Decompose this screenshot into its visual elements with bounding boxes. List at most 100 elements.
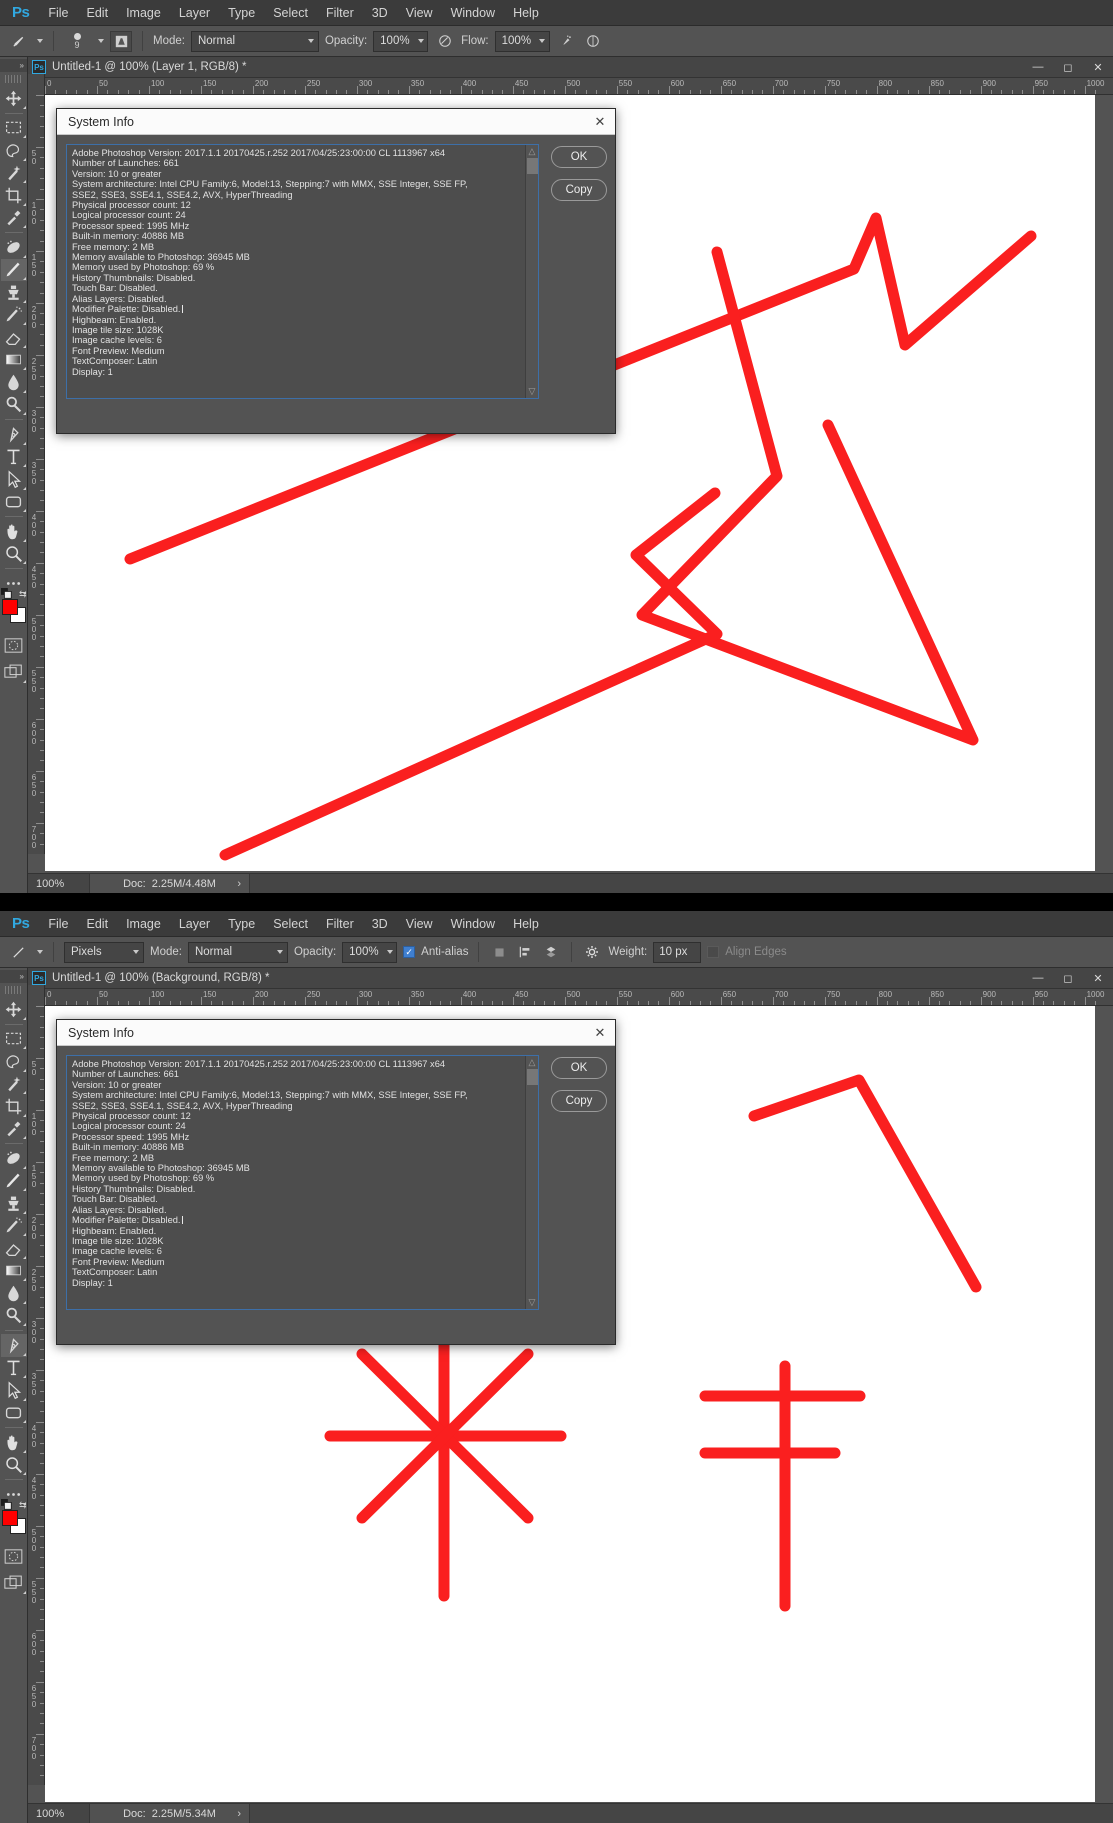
brush-tool-icon[interactable] — [8, 31, 29, 52]
menu-item-layer-bottom[interactable]: Layer — [170, 913, 219, 935]
line-tool-icon[interactable] — [8, 942, 29, 963]
path-arrange-icon[interactable] — [541, 942, 561, 962]
menu-item-edit-bottom[interactable]: Edit — [78, 913, 118, 935]
shape-kind-select[interactable]: Pixels — [64, 941, 144, 963]
anti-alias-checkbox[interactable]: ✓ — [403, 946, 416, 958]
close-icon-top[interactable]: ✕ — [1083, 57, 1113, 78]
tool-rectangular-marquee-tool-icon[interactable] — [1, 1028, 27, 1051]
menu-item-help[interactable]: Help — [504, 2, 548, 24]
system-info-scrollbar-bottom[interactable]: △ ▽ — [525, 1056, 538, 1309]
close-icon-system-info-bottom[interactable]: ✕ — [585, 1020, 615, 1046]
tool-gradient-tool-icon[interactable] — [1, 349, 27, 372]
toolbar-expand-icon[interactable]: » — [0, 970, 27, 983]
tool-pen-tool-icon[interactable] — [0, 1334, 27, 1357]
foreground-color-swatch[interactable] — [1, 1509, 18, 1526]
quick-mask-icon[interactable] — [1, 635, 27, 658]
menu-item-filter-bottom[interactable]: Filter — [317, 913, 363, 935]
swap-colors-icon[interactable]: ⇆ — [19, 1500, 27, 1511]
scroll-down-icon-bottom[interactable]: ▽ — [529, 1298, 536, 1307]
menu-item-help-bottom[interactable]: Help — [504, 913, 548, 935]
maximize-icon-bottom[interactable]: ◻ — [1053, 968, 1083, 989]
tool-crop-tool-icon[interactable] — [1, 1095, 27, 1118]
system-info-dialog-bottom[interactable]: System Info ✕ Adobe Photoshop Version: 2… — [56, 1019, 616, 1345]
zoom-level-top[interactable]: 100% — [28, 874, 90, 893]
tool-blur-tool-icon[interactable] — [1, 371, 27, 394]
zoom-level-bottom[interactable]: 100% — [28, 1804, 90, 1823]
document-titlebar-top[interactable]: Ps Untitled-1 @ 100% (Layer 1, RGB/8) * … — [28, 57, 1113, 78]
ok-button-bottom[interactable]: OK — [551, 1057, 607, 1079]
scrollbar-thumb-top[interactable] — [526, 158, 538, 174]
tool-crop-tool-icon[interactable] — [1, 184, 27, 207]
menu-item-window-bottom[interactable]: Window — [442, 913, 504, 935]
tool-type-tool-icon[interactable] — [1, 446, 27, 469]
menu-item-view-bottom[interactable]: View — [397, 913, 442, 935]
tool-zoom-tool-icon[interactable] — [1, 1454, 27, 1477]
line-tool-chevron-down-icon[interactable] — [37, 950, 43, 954]
tool-eraser-tool-icon[interactable] — [1, 1237, 27, 1260]
vertical-ruler-bottom[interactable]: 5 0 1 0 0 1 5 0 2 0 0 2 5 0 3 0 0 3 5 0 4 0 0 4 … — [28, 985, 45, 1785]
system-info-textarea-top[interactable]: Adobe Photoshop Version: 2017.1.1 201704… — [66, 144, 539, 399]
system-info-dialog-top[interactable]: System Info ✕ Adobe Photoshop Version: 2… — [56, 108, 616, 434]
brush-options-chevron-down-icon[interactable] — [98, 39, 104, 43]
tool-history-brush-tool-icon[interactable] — [1, 1215, 27, 1238]
screen-mode-icon[interactable] — [1, 661, 27, 684]
doc-size-bottom[interactable]: Doc: 2.25M/5.34M › — [90, 1804, 250, 1823]
horizontal-ruler-top[interactable]: 0 50 100 150 200 250 300 350 400 450 500 550 600 650 7… — [28, 78, 1113, 95]
maximize-icon-top[interactable]: ◻ — [1053, 57, 1083, 78]
doc-size-expand-arrow-icon-top[interactable]: › — [237, 878, 241, 890]
scroll-down-icon-top[interactable]: ▽ — [529, 387, 536, 396]
menu-item-file-bottom[interactable]: File — [39, 913, 77, 935]
tool-path-selection-tool-icon[interactable] — [1, 468, 27, 491]
screen-mode-icon[interactable] — [1, 1572, 27, 1595]
tool-move-tool-icon[interactable] — [1, 998, 27, 1021]
vertical-ruler-top[interactable]: 5 0 1 0 0 1 5 0 2 0 0 2 5 0 3 0 0 3 5 0 4 0 0 4 … — [28, 74, 45, 854]
path-align-icon[interactable] — [515, 942, 535, 962]
tablet-pressure-opacity-icon[interactable] — [434, 31, 455, 52]
tool-hand-tool-icon[interactable] — [1, 1431, 27, 1454]
system-info-titlebar-top[interactable]: System Info ✕ — [57, 109, 615, 135]
tool-magic-wand-tool-icon[interactable] — [1, 162, 27, 185]
menu-item-edit[interactable]: Edit — [78, 2, 118, 24]
menu-item-type-bottom[interactable]: Type — [219, 913, 264, 935]
fill-swatch-icon[interactable] — [489, 942, 509, 962]
menu-item-select[interactable]: Select — [264, 2, 317, 24]
tool-brush-tool-icon[interactable] — [1, 1170, 27, 1193]
blend-mode-select-bottom[interactable]: Normal — [187, 941, 288, 963]
tool-blur-tool-icon[interactable] — [1, 1282, 27, 1305]
weight-input[interactable]: 10 px — [653, 941, 702, 963]
tool-lasso-tool-icon[interactable] — [1, 139, 27, 162]
tool-rectangular-marquee-tool-icon[interactable] — [1, 117, 27, 140]
gear-icon[interactable] — [582, 942, 602, 962]
tool-magic-wand-tool-icon[interactable] — [1, 1073, 27, 1096]
brush-settings-icon[interactable] — [110, 30, 132, 52]
airbrush-icon[interactable] — [556, 31, 577, 52]
copy-button-bottom[interactable]: Copy — [551, 1090, 607, 1112]
tool-spot-healing-brush-tool-icon[interactable] — [1, 1147, 27, 1170]
quick-mask-icon[interactable] — [1, 1546, 27, 1569]
tool-clone-stamp-tool-icon[interactable] — [1, 1192, 27, 1215]
menu-item-file[interactable]: File — [39, 2, 77, 24]
menu-item-image[interactable]: Image — [117, 2, 170, 24]
copy-button-top[interactable]: Copy — [551, 179, 607, 201]
tool-type-tool-icon[interactable] — [1, 1357, 27, 1380]
menu-item-image-bottom[interactable]: Image — [117, 913, 170, 935]
tool-eyedropper-tool-icon[interactable] — [1, 1118, 27, 1141]
scroll-up-icon-top[interactable]: △ — [529, 147, 536, 156]
tool-history-brush-tool-icon[interactable] — [1, 304, 27, 327]
menu-item-window[interactable]: Window — [442, 2, 504, 24]
menu-item-select-bottom[interactable]: Select — [264, 913, 317, 935]
system-info-titlebar-bottom[interactable]: System Info ✕ — [57, 1020, 615, 1046]
brush-size-preview[interactable]: 9 — [64, 32, 90, 50]
tool-brush-tool-icon[interactable] — [0, 258, 27, 281]
align-edges-checkbox[interactable]: ✓ — [707, 946, 720, 958]
flow-input-top[interactable]: 100% — [494, 30, 550, 52]
menu-item-3d[interactable]: 3D — [363, 2, 397, 24]
minimize-icon-bottom[interactable]: — — [1023, 968, 1053, 989]
toolbar-drag-handle[interactable] — [4, 986, 23, 994]
tool-pen-tool-icon[interactable] — [1, 423, 27, 446]
menu-item-layer[interactable]: Layer — [170, 2, 219, 24]
system-info-scrollbar-top[interactable]: △ ▽ — [525, 145, 538, 398]
scroll-up-icon-bottom[interactable]: △ — [529, 1058, 536, 1067]
swap-colors-icon[interactable]: ⇆ — [19, 589, 27, 600]
toolbar-drag-handle[interactable] — [4, 75, 23, 83]
